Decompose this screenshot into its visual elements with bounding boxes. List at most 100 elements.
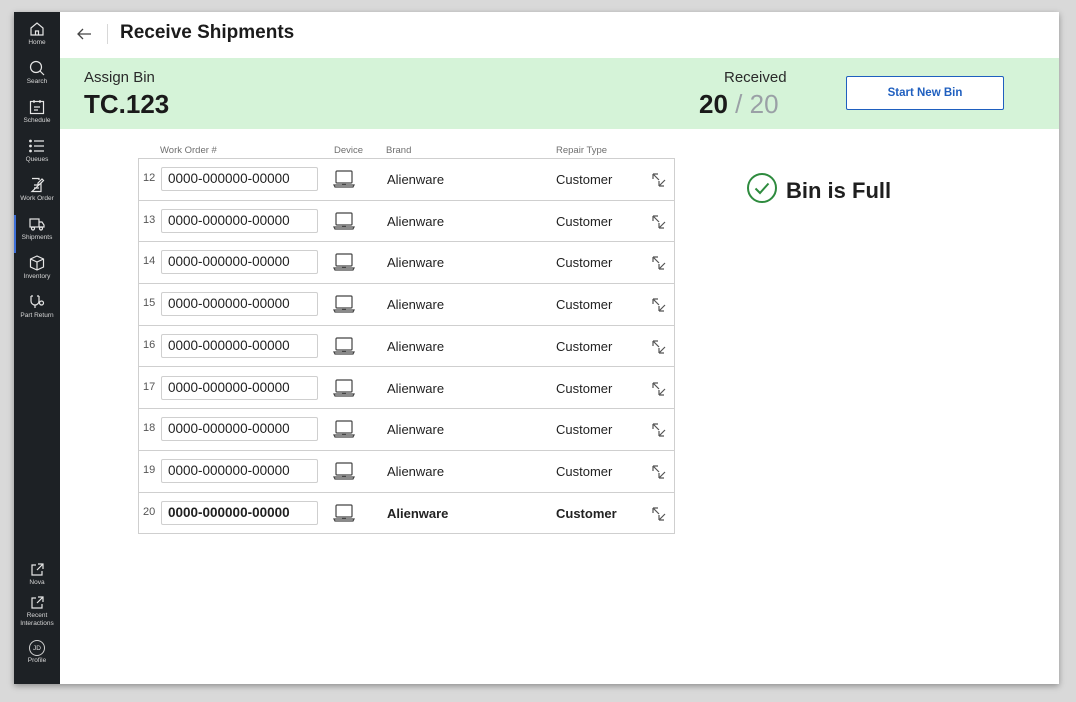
sidebar-item-inventory[interactable]: Inventory: [14, 254, 60, 292]
laptop-icon: [332, 503, 356, 528]
check-circle-icon: [746, 172, 778, 209]
received-separator: /: [735, 89, 743, 119]
expand-arrows-icon[interactable]: [650, 505, 668, 528]
header: Receive Shipments: [60, 12, 1059, 58]
expand-arrows-icon[interactable]: [650, 421, 668, 444]
work-order-field[interactable]: 0000-000000-00000: [161, 500, 318, 525]
table-row[interactable]: 17 0000-000000-00000 Alienware Customer: [139, 368, 674, 410]
home-icon: [28, 20, 46, 38]
table-row[interactable]: 18 0000-000000-00000 Alienware Customer: [139, 409, 674, 451]
row-number: 14: [143, 255, 156, 268]
table-row[interactable]: 16 0000-000000-00000 Alienware Customer: [139, 326, 674, 368]
expand-arrows-icon[interactable]: [650, 254, 668, 277]
sidebar-item-schedule[interactable]: Schedule: [14, 98, 60, 136]
expand-arrows-icon[interactable]: [650, 463, 668, 486]
work-order-field[interactable]: 0000-000000-00000: [161, 167, 318, 191]
brand-cell: Alienware: [387, 297, 445, 313]
sidebar-item-label: Work Order: [20, 195, 54, 202]
repair-type-cell: Customer: [556, 422, 613, 438]
row-number: 20: [143, 505, 156, 518]
sidebar-item-shipments[interactable]: Shipments: [14, 215, 60, 253]
work-order-field[interactable]: 0000-000000-00000: [161, 417, 318, 442]
column-header-device: Device: [334, 145, 364, 156]
part-return-icon: [28, 293, 46, 311]
received-label: Received: [724, 69, 787, 86]
sidebar-item-label: Home: [28, 39, 46, 46]
bin-status: Bin is Full: [746, 172, 891, 209]
laptop-icon: [332, 336, 356, 361]
laptop-icon: [332, 461, 356, 486]
brand-cell: Alienware: [387, 213, 445, 229]
expand-arrows-icon[interactable]: [650, 380, 668, 403]
repair-type-cell: Customer: [556, 338, 613, 354]
sidebar-item-home[interactable]: Home: [14, 20, 60, 58]
work-order-field[interactable]: 0000-000000-00000: [161, 292, 318, 317]
sidebar-item-label: Nova: [29, 579, 45, 586]
calendar-icon: [28, 98, 46, 116]
sidebar-item-label-line2: Interactions: [20, 620, 54, 627]
table-row[interactable]: 19 0000-000000-00000 Alienware Customer: [139, 451, 674, 493]
sidebar-item-profile[interactable]: JD Profile: [14, 640, 60, 678]
work-order-field[interactable]: 0000-000000-00000: [161, 458, 318, 483]
brand-cell: Alienware: [387, 505, 449, 521]
bin-status-text: Bin is Full: [786, 177, 892, 203]
table-row[interactable]: 15 0000-000000-00000 Alienware Customer: [139, 284, 674, 326]
brand-cell: Alienware: [387, 422, 445, 438]
row-number: 16: [143, 338, 156, 351]
sidebar-item-label: Schedule: [23, 117, 51, 124]
start-new-bin-button[interactable]: Start New Bin: [846, 76, 1004, 110]
work-order-field[interactable]: 0000-000000-00000: [161, 333, 318, 358]
sidebar-item-queues[interactable]: Queues: [14, 137, 60, 175]
row-number: 15: [143, 297, 156, 310]
assign-bin-label: Assign Bin: [84, 69, 155, 86]
back-button[interactable]: [74, 24, 94, 44]
bin-summary-band: Assign Bin TC.123 Received 20 / 20 Start…: [60, 58, 1059, 129]
sidebar-item-label-line1: Recent: [26, 612, 48, 619]
expand-arrows-icon[interactable]: [650, 296, 668, 319]
expand-arrows-icon[interactable]: [650, 171, 668, 194]
sidebar-item-label: Inventory: [23, 273, 51, 280]
laptop-icon: [332, 252, 356, 277]
sidebar-item-work-order[interactable]: Work Order: [14, 176, 60, 214]
repair-type-cell: Customer: [556, 297, 613, 313]
brand-cell: Alienware: [387, 380, 445, 396]
truck-icon: [28, 215, 46, 233]
expand-arrows-icon[interactable]: [650, 213, 668, 236]
sidebar-item-label: Part Return: [20, 312, 54, 319]
sidebar-item-recent-interactions[interactable]: Recent Interactions: [14, 595, 60, 641]
received-current: 20: [699, 89, 728, 119]
external-link-icon: [29, 562, 45, 578]
laptop-icon: [332, 294, 356, 319]
repair-type-cell: Customer: [556, 505, 617, 521]
table-row[interactable]: 13 0000-000000-00000 Alienware Customer: [139, 201, 674, 243]
work-order-field[interactable]: 0000-000000-00000: [161, 375, 318, 400]
table-row[interactable]: 20 0000-000000-00000 Alienware Customer: [139, 493, 674, 535]
brand-cell: Alienware: [387, 338, 445, 354]
row-number: 17: [143, 380, 156, 393]
column-header-repair-type: Repair Type: [556, 145, 608, 156]
repair-type-cell: Customer: [556, 172, 613, 187]
document-edit-icon: [28, 176, 46, 194]
row-number: 19: [143, 463, 156, 476]
sidebar-item-search[interactable]: Search: [14, 59, 60, 97]
list-icon: [28, 137, 46, 155]
repair-type-cell: Customer: [556, 255, 613, 271]
app-window: Home Search Schedule Queues Work Order S…: [14, 12, 1059, 684]
shipments-table: 12 0000-000000-00000 Alienware Customer 13 00…: [138, 158, 675, 534]
work-order-field[interactable]: 0000-000000-00000: [161, 208, 318, 233]
external-link-icon: [29, 595, 45, 611]
sidebar-item-label: Profile: [27, 657, 47, 664]
work-order-field[interactable]: 0000-000000-00000: [161, 250, 318, 275]
sidebar-item-label: Search: [26, 78, 48, 85]
sidebar: Home Search Schedule Queues Work Order S…: [14, 12, 60, 684]
sidebar-item-part-return[interactable]: Part Return: [14, 293, 60, 331]
search-icon: [28, 59, 46, 77]
brand-cell: Alienware: [387, 463, 445, 479]
expand-arrows-icon[interactable]: [650, 338, 668, 361]
row-number: 12: [143, 172, 156, 184]
received-count: 20 / 20: [699, 89, 779, 120]
table-row[interactable]: 12 0000-000000-00000 Alienware Customer: [139, 159, 674, 201]
sidebar-item-label: Shipments: [21, 234, 53, 241]
table-row[interactable]: 14 0000-000000-00000 Alienware Customer: [139, 242, 674, 285]
laptop-icon: [332, 211, 356, 236]
